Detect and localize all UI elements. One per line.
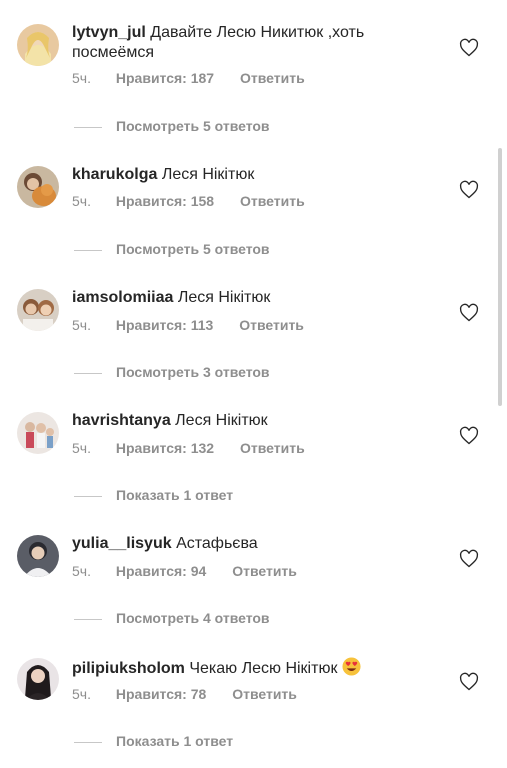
- view-replies-link[interactable]: Показать 1 ответ: [74, 487, 233, 503]
- comment-text: yulia__lisyuk Астафьєва: [72, 534, 442, 554]
- view-replies-link[interactable]: Посмотреть 4 ответов: [74, 610, 270, 626]
- comment-meta: 5ч. Нравится: 113 Ответить: [72, 317, 304, 333]
- heart-outline-icon[interactable]: [459, 38, 479, 58]
- view-replies-link[interactable]: Посмотреть 3 ответов: [74, 364, 270, 380]
- comment-meta: 5ч. Нравится: 187 Ответить: [72, 70, 305, 86]
- heart-outline-icon[interactable]: [459, 303, 479, 323]
- likes-count[interactable]: Нравится: 94: [116, 563, 206, 579]
- view-replies-label[interactable]: Посмотреть 5 ответов: [116, 118, 270, 134]
- reply-button[interactable]: Ответить: [240, 70, 305, 86]
- reply-button[interactable]: Ответить: [240, 440, 305, 456]
- scrollbar[interactable]: [498, 148, 502, 406]
- heart-outline-icon[interactable]: [459, 426, 479, 446]
- comment-time: 5ч.: [72, 70, 91, 86]
- reply-button[interactable]: Ответить: [240, 193, 305, 209]
- comment-meta: 5ч. Нравится: 94 Ответить: [72, 563, 297, 579]
- comment-time: 5ч.: [72, 440, 91, 456]
- view-replies-link[interactable]: Посмотреть 5 ответов: [74, 118, 270, 134]
- heart-outline-icon[interactable]: [459, 549, 479, 569]
- replies-divider: [74, 126, 102, 128]
- comment-text: havrishtanya Леся Нікітюк: [72, 411, 442, 431]
- comment-time: 5ч.: [72, 686, 91, 702]
- avatar[interactable]: [17, 24, 59, 66]
- comment-username[interactable]: yulia__lisyuk: [72, 535, 172, 552]
- view-replies-label[interactable]: Посмотреть 3 ответов: [116, 364, 270, 380]
- view-replies-label[interactable]: Посмотреть 4 ответов: [116, 610, 270, 626]
- comment-meta: 5ч. Нравится: 158 Ответить: [72, 193, 305, 209]
- heart-eyes-emoji: [342, 657, 361, 676]
- likes-count[interactable]: Нравится: 113: [116, 317, 213, 333]
- comment-time: 5ч.: [72, 193, 91, 209]
- heart-outline-icon[interactable]: [459, 180, 479, 200]
- avatar[interactable]: [17, 166, 59, 208]
- view-replies-link[interactable]: Показать 1 ответ: [74, 733, 233, 749]
- avatar[interactable]: [17, 412, 59, 454]
- view-replies-label[interactable]: Показать 1 ответ: [116, 487, 233, 503]
- comment-username[interactable]: lytvyn_jul: [72, 24, 146, 41]
- comment-username[interactable]: pilipiuksholom: [72, 660, 185, 677]
- reply-button[interactable]: Ответить: [239, 317, 304, 333]
- comment-username[interactable]: iamsolomiiaa: [72, 289, 173, 306]
- comment-body: Леся Нікітюк: [177, 289, 271, 306]
- avatar[interactable]: [17, 658, 59, 700]
- view-replies-label[interactable]: Посмотреть 5 ответов: [116, 241, 270, 257]
- comment-text: kharukolga Леся Нікітюк: [72, 165, 442, 185]
- comment-body: Леся Нікітюк: [175, 412, 268, 429]
- comment-time: 5ч.: [72, 317, 91, 333]
- comment-body: Леся Нікітюк: [161, 166, 255, 183]
- replies-divider: [74, 495, 102, 497]
- view-replies-label[interactable]: Показать 1 ответ: [116, 733, 233, 749]
- heart-outline-icon[interactable]: [459, 672, 479, 692]
- reply-button[interactable]: Ответить: [232, 563, 297, 579]
- replies-divider: [74, 372, 102, 374]
- likes-count[interactable]: Нравится: 187: [116, 70, 214, 86]
- comment-text: iamsolomiiaa Леся Нікітюк: [72, 288, 442, 308]
- comment-meta: 5ч. Нравится: 78 Ответить: [72, 686, 297, 702]
- reply-button[interactable]: Ответить: [232, 686, 297, 702]
- comment-text: pilipiuksholom Чекаю Лесю Нікітюк: [72, 657, 442, 679]
- comment-body: Чекаю Лесю Нікітюк: [189, 660, 338, 677]
- comment-text: lytvyn_jul Давайте Лесю Никитюк ,хоть по…: [72, 23, 442, 63]
- replies-divider: [74, 249, 102, 251]
- view-replies-link[interactable]: Посмотреть 5 ответов: [74, 241, 270, 257]
- replies-divider: [74, 741, 102, 743]
- comment-body: Астафьєва: [176, 535, 258, 552]
- comment-time: 5ч.: [72, 563, 91, 579]
- comment-username[interactable]: havrishtanya: [72, 412, 171, 429]
- avatar[interactable]: [17, 535, 59, 577]
- replies-divider: [74, 618, 102, 620]
- comment-username[interactable]: kharukolga: [72, 166, 157, 183]
- likes-count[interactable]: Нравится: 132: [116, 440, 214, 456]
- likes-count[interactable]: Нравится: 158: [116, 193, 214, 209]
- likes-count[interactable]: Нравится: 78: [116, 686, 206, 702]
- avatar[interactable]: [17, 289, 59, 331]
- comment-meta: 5ч. Нравится: 132 Ответить: [72, 440, 305, 456]
